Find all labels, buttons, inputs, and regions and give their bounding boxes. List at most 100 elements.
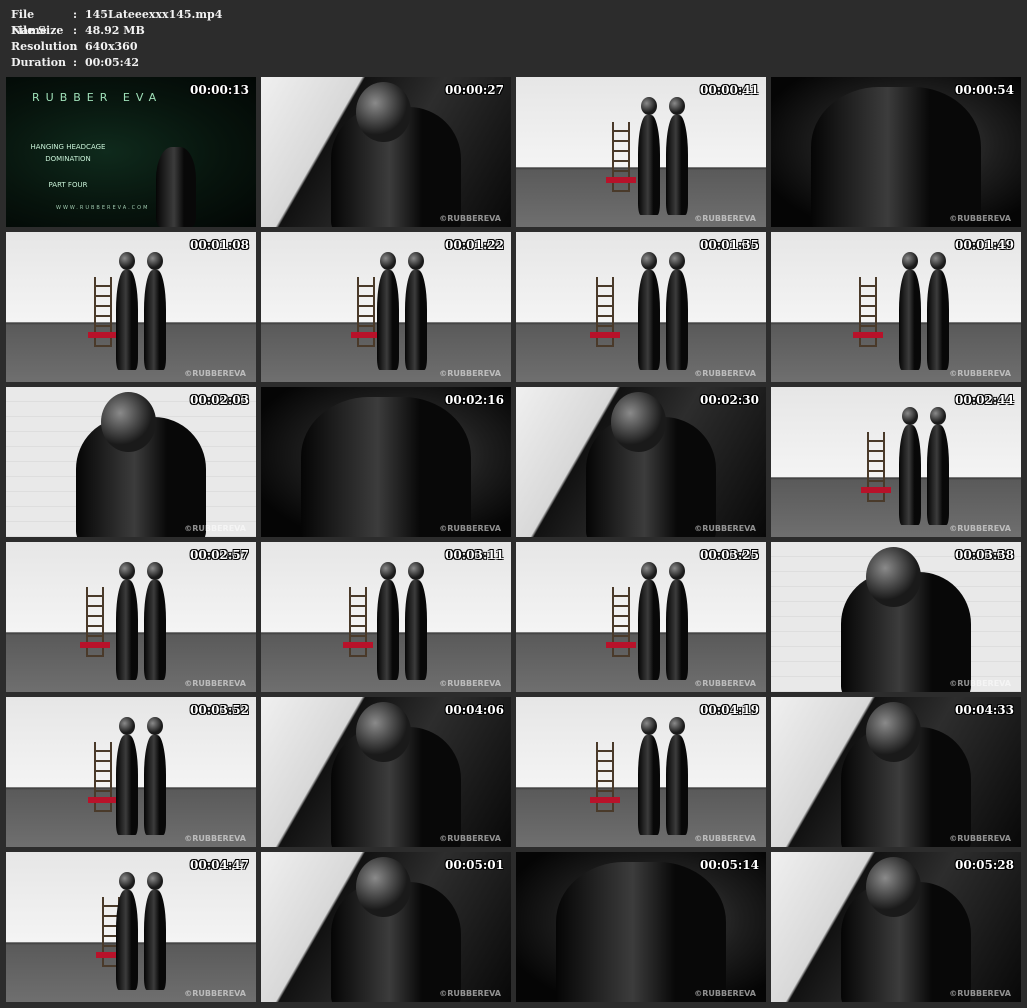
person-head (119, 872, 135, 890)
person-figure (666, 735, 688, 835)
thumbnail-frame[interactable]: 00:05:28 ©RUBBEREVA (771, 852, 1021, 1002)
thumbnail-frame[interactable]: 00:02:57 ©RUBBEREVA (6, 542, 256, 692)
duration-value: 00:05:42 (85, 56, 140, 69)
person-figure (638, 735, 660, 835)
dark-figure (811, 87, 981, 227)
person-head (641, 562, 657, 580)
title-card-subtitle-line2: DOMINATION (45, 155, 91, 163)
file-size-value: 48.92 MB (85, 24, 145, 37)
thumbnail-frame[interactable]: 00:01:49 ©RUBBEREVA (771, 232, 1021, 382)
person-head (930, 252, 946, 270)
thumbnail-frame[interactable]: 00:05:01 ©RUBBEREVA (261, 852, 511, 1002)
thumbnail-frame[interactable]: 00:00:27 ©RUBBEREVA (261, 77, 511, 227)
timestamp-label: 00:03:11 (445, 548, 504, 562)
watermark-text: ©RUBBEREVA (949, 369, 1011, 378)
resolution-label: Resolution (11, 40, 78, 53)
file-info-panel: File Name : 145Lateeexxx145.mp4 File Siz… (11, 7, 222, 71)
timestamp-label: 00:01:22 (445, 238, 504, 252)
thumbnail-frame[interactable]: 00:01:35 ©RUBBEREVA (516, 232, 766, 382)
thumbnail-frame[interactable]: RUBBER EVA HANGING HEADCAGE DOMINATION PART… (6, 77, 256, 227)
person-figure (405, 270, 427, 370)
red-chair-prop (606, 177, 636, 183)
timestamp-label: 00:00:54 (955, 83, 1014, 97)
duration-separator: : (73, 56, 78, 69)
watermark-text: ©RUBBEREVA (184, 524, 246, 533)
watermark-text: ©RUBBEREVA (694, 679, 756, 688)
resolution-separator: : (73, 40, 78, 53)
person-figure (638, 115, 660, 215)
timestamp-label: 00:02:30 (700, 393, 759, 407)
person-figure (116, 580, 138, 680)
timestamp-label: 00:03:38 (955, 548, 1014, 562)
person-head (119, 562, 135, 580)
thumbnail-frame[interactable]: 00:03:38 ©RUBBEREVA (771, 542, 1021, 692)
red-chair-prop (853, 332, 883, 338)
person-figure (405, 580, 427, 680)
watermark-text: ©RUBBEREVA (439, 679, 501, 688)
thumbnail-frame[interactable]: 00:00:41 ©RUBBEREVA (516, 77, 766, 227)
timestamp-label: 00:05:14 (700, 858, 759, 872)
timestamp-label: 00:00:41 (700, 83, 759, 97)
title-card-url: WWW.RUBBEREVA.COM (56, 205, 150, 211)
watermark-text: ©RUBBEREVA (694, 214, 756, 223)
file-size-row: File Size : 48.92 MB (11, 23, 222, 39)
timestamp-label: 00:05:01 (445, 858, 504, 872)
file-name-value: 145Lateeexxx145.mp4 (85, 8, 223, 21)
thumbnail-frame[interactable]: 00:05:14 ©RUBBEREVA (516, 852, 766, 1002)
thumbnail-frame[interactable]: 00:02:30 ©RUBBEREVA (516, 387, 766, 537)
person-head (641, 252, 657, 270)
person-figure (377, 270, 399, 370)
closeup-head (866, 547, 921, 607)
thumbnail-frame[interactable]: 00:02:44 ©RUBBEREVA (771, 387, 1021, 537)
dark-figure (301, 397, 471, 537)
person-figure (927, 425, 949, 525)
closeup-head (866, 702, 921, 762)
thumbnail-frame[interactable]: 00:03:52 ©RUBBEREVA (6, 697, 256, 847)
thumbnail-frame[interactable]: 00:00:54 ©RUBBEREVA (771, 77, 1021, 227)
person-head (147, 562, 163, 580)
timestamp-label: 00:05:28 (955, 858, 1014, 872)
person-head (119, 252, 135, 270)
watermark-text: ©RUBBEREVA (439, 369, 501, 378)
timestamp-label: 00:03:25 (700, 548, 759, 562)
file-size-separator: : (73, 24, 78, 37)
thumbnail-frame[interactable]: 00:02:16 ©RUBBEREVA (261, 387, 511, 537)
person-figure (377, 580, 399, 680)
person-head (408, 562, 424, 580)
thumbnail-frame[interactable]: 00:01:08 ©RUBBEREVA (6, 232, 256, 382)
thumbnail-frame[interactable]: 00:04:06 ©RUBBEREVA (261, 697, 511, 847)
watermark-text: ©RUBBEREVA (439, 989, 501, 998)
watermark-text: ©RUBBEREVA (949, 834, 1011, 843)
dark-figure (556, 862, 726, 1002)
person-head (669, 562, 685, 580)
red-chair-prop (606, 642, 636, 648)
watermark-text: ©RUBBEREVA (949, 679, 1011, 688)
file-name-separator: : (73, 8, 78, 21)
person-head (641, 717, 657, 735)
thumbnail-frame[interactable]: 00:04:19 ©RUBBEREVA (516, 697, 766, 847)
title-card-subtitle-line1: HANGING HEADCAGE (30, 143, 106, 151)
watermark-text: ©RUBBEREVA (439, 834, 501, 843)
person-head (147, 717, 163, 735)
thumbnail-frame[interactable]: 00:02:03 ©RUBBEREVA (6, 387, 256, 537)
thumbnail-frame[interactable]: 00:04:33 ©RUBBEREVA (771, 697, 1021, 847)
red-chair-prop (343, 642, 373, 648)
duration-row: Duration : 00:05:42 (11, 55, 222, 71)
closeup-head (101, 392, 156, 452)
person-head (641, 97, 657, 115)
file-name-row: File Name : 145Lateeexxx145.mp4 (11, 7, 223, 37)
closeup-head (866, 857, 921, 917)
title-card-figure (156, 147, 196, 227)
resolution-row: Resolution : 640x360 (11, 39, 222, 55)
person-figure (666, 580, 688, 680)
watermark-text: ©RUBBEREVA (184, 989, 246, 998)
thumbnail-frame[interactable]: 00:03:25 ©RUBBEREVA (516, 542, 766, 692)
person-head (147, 252, 163, 270)
thumbnail-frame[interactable]: 00:01:22 ©RUBBEREVA (261, 232, 511, 382)
file-size-label: File Size (11, 24, 64, 37)
watermark-text: ©RUBBEREVA (694, 989, 756, 998)
red-chair-prop (861, 487, 891, 493)
thumbnail-frame[interactable]: 00:04:47 ©RUBBEREVA (6, 852, 256, 1002)
thumbnail-frame[interactable]: 00:03:11 ©RUBBEREVA (261, 542, 511, 692)
red-chair-prop (590, 332, 620, 338)
